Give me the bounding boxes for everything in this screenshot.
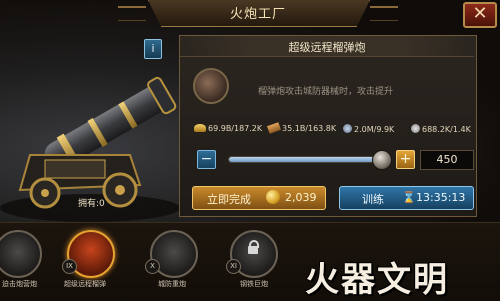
train-label: 训练 [362,193,384,206]
instant-complete-button[interactable]: 立即完成 2,039 [192,186,326,210]
unit-tier-badge: IX [62,259,77,274]
wood-icon [266,122,282,134]
resource-wood: 35.1B/163.8K [266,122,337,134]
lock-icon [248,240,259,254]
resource-ore: 2.0M/9.9K [343,124,394,134]
banner-ornament-right [370,6,398,21]
slider-fill [229,157,381,162]
train-time: 13:35:13 [416,191,466,204]
unit-tier-badge: XI [226,259,241,274]
resource-gold: 69.9B/187.2K [194,124,262,133]
banner-ornament-left [118,6,146,21]
decrease-button[interactable]: − [197,150,216,169]
instant-complete-label: 立即完成 [207,193,251,206]
hourglass-icon: ⌛ [402,191,416,204]
slider-handle[interactable] [372,150,392,170]
unit-description: 榴弹炮攻击城防器械时，攻击提升 [258,87,394,97]
unit-portrait-icon [193,68,229,104]
unit-label: 超级远程榴弹 [64,280,106,288]
unit-label: 城防重炮 [158,280,186,288]
gold-coin-icon [266,190,280,204]
quantity-input[interactable]: 450 [420,150,474,170]
resource-value: 69.9B/187.2K [208,124,263,133]
resource-value: 35.1B/163.8K [282,124,337,133]
info-button[interactable]: i [144,39,162,59]
unit-tier-badge: X [145,259,160,274]
resource-value: 2.0M/9.9K [354,125,395,134]
instant-complete-cost: 2,039 [285,191,317,204]
owned-count: 拥有:0 [78,199,105,209]
unit-label: 迫击炮营炮 [2,280,37,288]
unit-name: 超级远程榴弹炮 [288,41,366,54]
quantity-slider[interactable] [228,150,392,170]
unit-label: 钢铁巨炮 [240,280,268,288]
resource-stone: 688.2K/1.4K [411,124,471,134]
resource-value: 688.2K/1.4K [422,125,471,134]
close-button[interactable]: ✕ [463,2,497,28]
ore-icon [343,124,352,133]
watermark: 火器文明 [305,260,449,300]
page-title: 火炮工厂 [229,7,286,22]
gold-icon [194,124,206,132]
increase-button[interactable]: + [396,150,415,169]
stone-icon [411,124,420,133]
train-button[interactable]: 训练 ⌛ 13:35:13 [339,186,474,210]
